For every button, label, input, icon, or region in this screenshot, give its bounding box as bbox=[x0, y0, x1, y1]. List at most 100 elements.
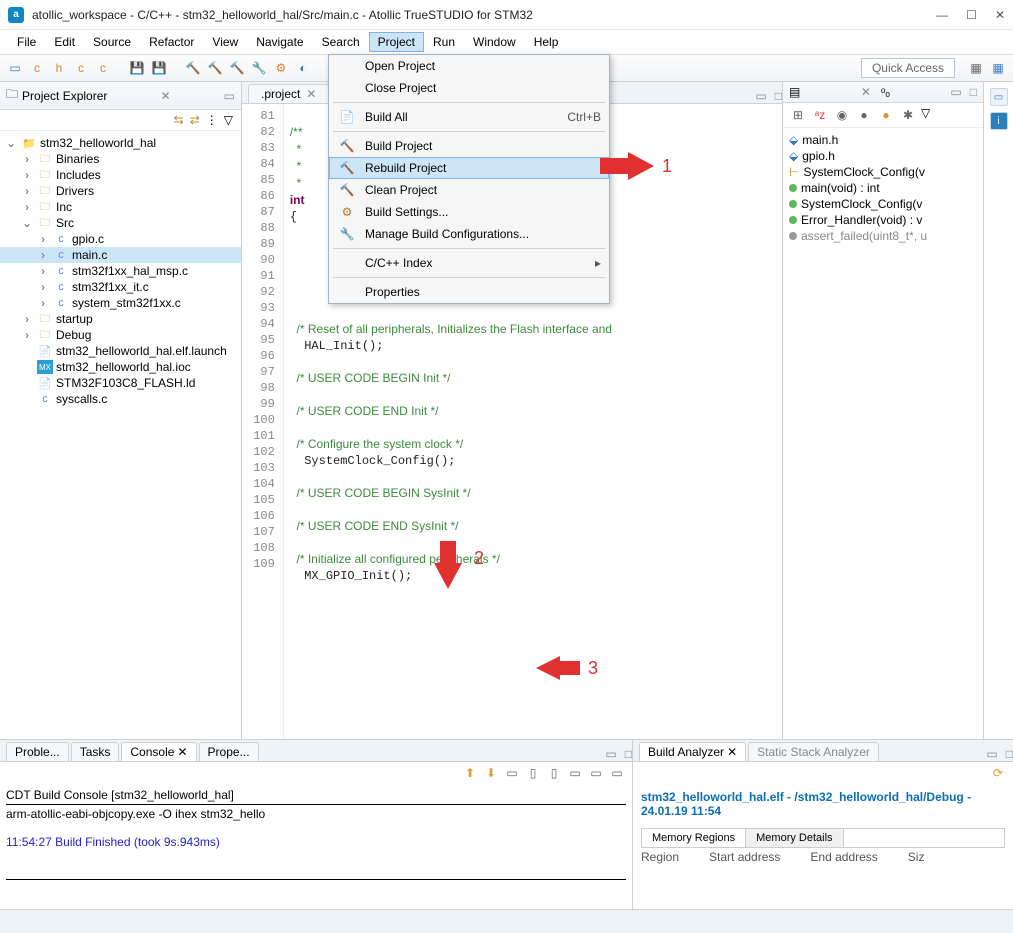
info-icon[interactable]: i bbox=[990, 112, 1008, 130]
hide-icon[interactable]: ◉ bbox=[833, 106, 851, 124]
con-new-icon[interactable]: ▭ bbox=[608, 764, 626, 782]
tab-tasks[interactable]: Tasks bbox=[71, 742, 120, 761]
outline-max-icon[interactable]: □ bbox=[970, 85, 977, 99]
tree-halmsp[interactable]: stm32f1xx_hal_msp.c bbox=[72, 264, 188, 278]
menu-window[interactable]: Window bbox=[464, 32, 525, 52]
tree-debug[interactable]: Debug bbox=[56, 328, 91, 342]
out-errhandler[interactable]: Error_Handler(void) : v bbox=[801, 213, 922, 227]
menu-navigate[interactable]: Navigate bbox=[247, 32, 312, 52]
tree-binaries[interactable]: Binaries bbox=[56, 152, 99, 166]
tree-main[interactable]: main.c bbox=[72, 248, 107, 262]
console-min-icon[interactable]: ▭ bbox=[605, 747, 616, 761]
toggle-icon[interactable]: ◐ bbox=[294, 59, 312, 77]
new-c-icon[interactable]: c bbox=[28, 59, 46, 77]
close-button[interactable]: ✕ bbox=[995, 8, 1005, 22]
view-menu-icon[interactable]: ▽ bbox=[224, 113, 233, 127]
out-gpioh[interactable]: gpio.h bbox=[802, 149, 835, 163]
minimize-view-icon[interactable]: ▭ bbox=[224, 89, 235, 103]
menu-clean-project[interactable]: 🔨Clean Project bbox=[329, 179, 609, 201]
build-all-icon[interactable]: 🔨 bbox=[228, 59, 246, 77]
new-h-icon[interactable]: h bbox=[50, 59, 68, 77]
menu-properties[interactable]: Properties bbox=[329, 281, 609, 303]
editor-min-icon[interactable]: ▭ bbox=[755, 89, 766, 103]
build-link[interactable]: stm32_helloworld_hal.elf - /stm32_hellow… bbox=[633, 784, 1013, 824]
analyzer-refresh-icon[interactable]: ⟳ bbox=[989, 764, 1007, 782]
editor-tab-project[interactable]: .project✕ bbox=[248, 84, 329, 103]
tree-inc[interactable]: Inc bbox=[56, 200, 72, 214]
sort-icon[interactable]: ⊞ bbox=[789, 106, 807, 124]
explorer-close-icon[interactable]: ✕ bbox=[160, 89, 170, 103]
menu-close-project[interactable]: Close Project bbox=[329, 77, 609, 99]
outline-menu-icon[interactable]: ▽ bbox=[921, 106, 930, 124]
new-icon[interactable]: ▭ bbox=[6, 59, 24, 77]
collapse-all-icon[interactable]: ⇆ bbox=[174, 113, 184, 127]
tab-memory-regions[interactable]: Memory Regions bbox=[642, 829, 746, 847]
menu-cc-index[interactable]: C/C++ Index▸ bbox=[329, 252, 609, 274]
trim-icon-1[interactable]: ▭ bbox=[990, 88, 1008, 106]
save-all-icon[interactable]: 💾 bbox=[150, 59, 168, 77]
az-icon[interactable]: ᵃz bbox=[811, 106, 829, 124]
maximize-button[interactable]: ☐ bbox=[966, 8, 977, 22]
con-clear-icon[interactable]: ▯ bbox=[524, 764, 542, 782]
menu-edit[interactable]: Edit bbox=[45, 32, 84, 52]
con-display-icon[interactable]: ▭ bbox=[566, 764, 584, 782]
out-assert[interactable]: assert_failed(uint8_t*, u bbox=[801, 229, 927, 243]
quick-access[interactable]: Quick Access bbox=[861, 58, 955, 78]
console-max-icon[interactable]: □ bbox=[625, 747, 632, 761]
outline-close-icon[interactable]: ✕ bbox=[861, 85, 871, 99]
tree-ioc[interactable]: stm32_helloworld_hal.ioc bbox=[56, 360, 191, 374]
con-pin-icon[interactable]: ▯ bbox=[545, 764, 563, 782]
editor-max-icon[interactable]: □ bbox=[775, 89, 782, 103]
tree-it[interactable]: stm32f1xx_it.c bbox=[72, 280, 149, 294]
tree-drivers[interactable]: Drivers bbox=[56, 184, 94, 198]
fields-icon[interactable]: ● bbox=[877, 106, 895, 124]
menu-file[interactable]: File bbox=[8, 32, 45, 52]
menu-project[interactable]: Project bbox=[369, 32, 424, 52]
save-icon[interactable]: 💾 bbox=[128, 59, 146, 77]
menu-refactor[interactable]: Refactor bbox=[140, 32, 203, 52]
tab-static-stack[interactable]: Static Stack Analyzer bbox=[748, 742, 879, 761]
out-mainh[interactable]: main.h bbox=[802, 133, 838, 147]
filter-out-icon[interactable]: ● bbox=[855, 106, 873, 124]
new-hpp-icon[interactable]: c bbox=[94, 59, 112, 77]
analyzer-min-icon[interactable]: ▭ bbox=[986, 747, 997, 761]
menu-source[interactable]: Source bbox=[84, 32, 140, 52]
menu-build-settings[interactable]: ⚙Build Settings... bbox=[329, 201, 609, 223]
tab-console[interactable]: Console ✕ bbox=[121, 742, 196, 761]
new-cpp-icon[interactable]: c bbox=[72, 59, 90, 77]
tree-startup[interactable]: startup bbox=[56, 312, 93, 326]
analyzer-max-icon[interactable]: □ bbox=[1006, 747, 1013, 761]
build-icon[interactable]: 🔨 bbox=[206, 59, 224, 77]
con-down-icon[interactable]: ⬇ bbox=[482, 764, 500, 782]
con-up-icon[interactable]: ⬆ bbox=[461, 764, 479, 782]
menu-build-project[interactable]: 🔨Build Project bbox=[329, 135, 609, 157]
out-sysclock[interactable]: SystemClock_Config(v bbox=[803, 165, 924, 179]
tab-memory-details[interactable]: Memory Details bbox=[746, 829, 843, 847]
tree-system[interactable]: system_stm32f1xx.c bbox=[72, 296, 181, 310]
out-sysclock2[interactable]: SystemClock_Config(v bbox=[801, 197, 922, 211]
con-open-icon[interactable]: ▭ bbox=[587, 764, 605, 782]
tab-build-analyzer[interactable]: Build Analyzer ✕ bbox=[639, 742, 746, 761]
static-icon[interactable]: ✱ bbox=[899, 106, 917, 124]
outline-tree[interactable]: ⬙main.h ⬙gpio.h ⊢SystemClock_Config(v ma… bbox=[783, 128, 983, 248]
menu-help[interactable]: Help bbox=[525, 32, 568, 52]
tab-properties[interactable]: Prope... bbox=[199, 742, 259, 761]
menu-open-project[interactable]: Open Project bbox=[329, 55, 609, 77]
link-editor-icon[interactable]: ⇄ bbox=[190, 113, 200, 127]
menu-build-all[interactable]: 📄Build AllCtrl+B bbox=[329, 106, 609, 128]
build-target-icon[interactable]: ⚙ bbox=[272, 59, 290, 77]
con-lock-icon[interactable]: ▭ bbox=[503, 764, 521, 782]
filter-icon[interactable]: ⋮ bbox=[206, 113, 218, 127]
tree-flash[interactable]: STM32F103C8_FLASH.ld bbox=[56, 376, 195, 390]
perspective-debug-icon[interactable]: ▦ bbox=[989, 59, 1007, 77]
tree-root[interactable]: stm32_helloworld_hal bbox=[40, 136, 156, 150]
menu-view[interactable]: View bbox=[203, 32, 247, 52]
menu-manage-builds[interactable]: 🔧Manage Build Configurations... bbox=[329, 223, 609, 245]
menu-search[interactable]: Search bbox=[313, 32, 369, 52]
menu-rebuild-project[interactable]: 🔨Rebuild Project bbox=[329, 157, 609, 179]
minimize-button[interactable]: — bbox=[936, 8, 948, 22]
menu-run[interactable]: Run bbox=[424, 32, 464, 52]
build-config-icon[interactable]: 🔧 bbox=[250, 59, 268, 77]
outline-min-icon[interactable]: ▭ bbox=[950, 85, 961, 99]
tree-src[interactable]: Src bbox=[56, 216, 74, 230]
